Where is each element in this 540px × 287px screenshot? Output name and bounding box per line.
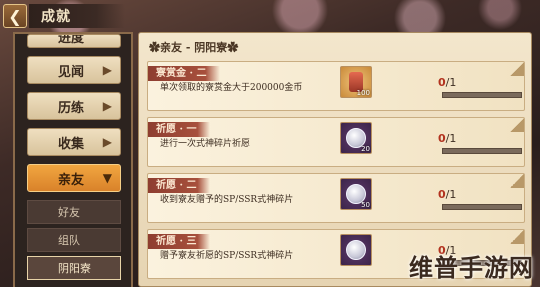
chevron-right-icon: ▶ (102, 135, 112, 149)
achievement-description: 单次领取的寮赏金大于200000金币 (160, 83, 303, 93)
page-title-banner: 成就 (29, 4, 125, 28)
silver-coin-icon (346, 240, 366, 260)
sidebar-subitem-friends[interactable]: 好友 (27, 200, 121, 224)
watermark: 维普手游网 (409, 254, 534, 282)
achievement-description: 进行一次式神碎片祈愿 (160, 139, 251, 149)
reward-slot[interactable]: 50 (340, 178, 372, 210)
achievement-description: 赠予寮友祈愿的SP/SSR式神碎片 (160, 251, 294, 261)
progress-bar (442, 204, 522, 210)
progress-current: 0 (438, 132, 446, 145)
sidebar-subitem-label: 好友 (58, 206, 80, 219)
sidebar-item-label: 见闻 (58, 64, 85, 80)
chevron-right-icon: ▶ (102, 63, 112, 77)
sidebar-subitem-label: 组队 (58, 234, 80, 247)
sidebar-item-jianwen[interactable]: 见闻 ▶ (27, 56, 121, 84)
sidebar-item-qinyou[interactable]: 亲友 ▼ (27, 164, 121, 192)
corner-badge (510, 62, 524, 76)
progress-total: /1 (445, 188, 457, 201)
sidebar-item-label: 亲友 (58, 172, 85, 188)
top-bar: ❮ 成就 (0, 0, 540, 32)
chevron-right-icon: ▶ (102, 99, 112, 113)
progress-current: 0 (438, 76, 446, 89)
achievement-title: 祈愿 · 一 (148, 122, 211, 137)
sidebar-item-shouji[interactable]: 收集 ▶ (27, 128, 121, 156)
sidebar-item-label: 进度 (58, 34, 85, 46)
achievement-card[interactable]: 祈愿 · 二 收到寮友赠予的SP/SSR式神碎片 50 0/1 (147, 173, 525, 223)
progress-total: /1 (445, 132, 457, 145)
progress-text: 0/1 (438, 76, 456, 89)
achievement-title: 寮赏金 · 二 (148, 66, 221, 81)
achievement-card[interactable]: 祈愿 · 一 进行一次式神碎片祈愿 20 0/1 (147, 117, 525, 167)
reward-count: 100 (356, 89, 370, 97)
sidebar-item-label: 收集 (58, 136, 85, 152)
reward-count: 20 (361, 145, 370, 153)
sidebar-item-progress[interactable]: 进度 (27, 34, 121, 48)
sidebar-item-label: 历练 (58, 100, 85, 116)
chevron-left-icon: ❮ (8, 6, 22, 26)
progress-total: /1 (445, 76, 457, 89)
back-button[interactable]: ❮ (3, 4, 27, 28)
reward-slot[interactable] (340, 234, 372, 266)
sidebar-subitem-team[interactable]: 组队 (27, 228, 121, 252)
reward-count: 50 (361, 201, 370, 209)
chevron-down-icon: ▼ (102, 171, 112, 185)
sidebar-subitem-guild[interactable]: 阴阳寮 (27, 256, 121, 280)
page-title: 成就 (41, 9, 71, 25)
sidebar-subitem-label: 阴阳寮 (58, 262, 91, 275)
progress-current: 0 (438, 188, 446, 201)
reward-slot[interactable]: 20 (340, 122, 372, 154)
corner-badge (510, 118, 524, 132)
achievement-card[interactable]: 寮赏金 · 二 单次领取的寮赏金大于200000金币 100 0/1 (147, 61, 525, 111)
sidebar-item-lilian[interactable]: 历练 ▶ (27, 92, 121, 120)
corner-badge (510, 230, 524, 244)
achievement-description: 收到寮友赠予的SP/SSR式神碎片 (160, 195, 294, 205)
reward-slot[interactable]: 100 (340, 66, 372, 98)
progress-bar (442, 148, 522, 154)
category-sidebar: 进度 见闻 ▶ 历练 ▶ 收集 ▶ 亲友 ▼ 好友 组队 阴阳寮 (13, 32, 133, 287)
section-title: ✿亲友 - 阴阳寮✿ (149, 41, 239, 54)
progress-bar (442, 92, 522, 98)
corner-badge (510, 174, 524, 188)
achievement-title: 祈愿 · 三 (148, 234, 211, 249)
progress-text: 0/1 (438, 188, 456, 201)
achievement-title: 祈愿 · 二 (148, 178, 211, 193)
progress-text: 0/1 (438, 132, 456, 145)
